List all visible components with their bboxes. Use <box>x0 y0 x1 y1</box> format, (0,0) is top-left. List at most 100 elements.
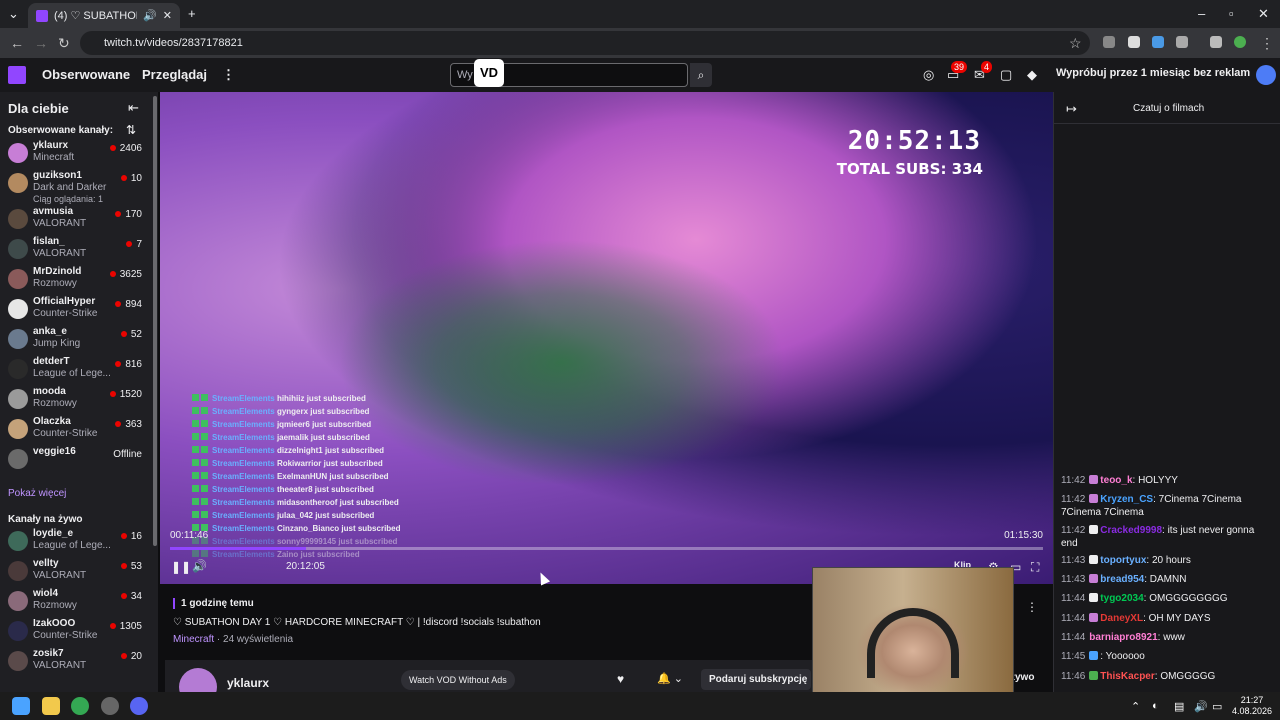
back-icon[interactable]: ← <box>10 35 24 51</box>
chat-username[interactable]: Cracked9998 <box>1100 525 1162 536</box>
notification-bell-icon[interactable]: 🔔 ⌄ <box>657 672 683 685</box>
chat-username[interactable]: ThisKacper <box>1100 671 1154 682</box>
viewer-count: 20 <box>120 651 142 662</box>
sidebar-channel-detdert[interactable]: detderT League of Lege... 816 <box>0 354 152 384</box>
chat-username[interactable]: Kryzen_CS <box>1100 494 1153 505</box>
tray-chevron-icon[interactable]: ⌃ <box>1131 700 1140 713</box>
channel-name[interactable]: yklaurx <box>227 676 269 690</box>
chat-username[interactable]: barniapro8921 <box>1089 632 1157 643</box>
se-feed-row: StreamElements theeater8 just subscribed <box>192 483 402 496</box>
chrome-menu-icon[interactable]: ⋮ <box>1260 35 1274 52</box>
whispers-icon[interactable]: ▢ <box>1000 67 1012 83</box>
category-link[interactable]: Minecraft <box>173 634 214 645</box>
sidebar-channel-yklaurx[interactable]: yklaurx Minecraft 2406 <box>0 138 152 168</box>
bits-icon[interactable]: ◆ <box>1027 67 1037 83</box>
extensions-puzzle-icon[interactable] <box>1176 36 1188 48</box>
sidebar-channel-loydie_e[interactable]: loydie_e League of Lege... 16 <box>0 526 152 556</box>
channel-avatar <box>8 173 28 193</box>
chat-username[interactable]: teoo_k <box>1100 475 1132 486</box>
more-options-icon[interactable]: ⋮ <box>1026 600 1038 614</box>
more-menu-icon[interactable]: ⋮ <box>222 67 235 83</box>
discord-icon[interactable] <box>130 697 148 715</box>
se-feed-row: StreamElements jaemalik just subscribed <box>192 431 402 444</box>
battery-icon[interactable]: ▭ <box>1212 700 1222 713</box>
sidebar-scrollbar[interactable] <box>152 92 158 692</box>
file-explorer-icon[interactable] <box>42 697 60 715</box>
extension-icon[interactable] <box>1103 36 1115 48</box>
channel-game: Jump King <box>33 338 81 349</box>
sidebar-channel-vellty[interactable]: vellty VALORANT 53 <box>0 556 152 586</box>
app-icon[interactable] <box>101 697 119 715</box>
sort-icon[interactable]: ⇅ <box>126 123 136 137</box>
chat-badge-icon <box>1089 475 1099 484</box>
windows-start-icon[interactable] <box>12 697 30 715</box>
bookmark-star-icon[interactable]: ☆ <box>1069 35 1082 52</box>
channel-game: Rozmowy <box>33 600 77 611</box>
collapse-chat-icon[interactable]: ↦ <box>1066 101 1077 117</box>
channel-game: Minecraft <box>33 152 75 163</box>
show-more-link[interactable]: Pokaż więcej <box>8 488 66 499</box>
profile-avatar-icon[interactable] <box>1234 36 1246 48</box>
tab-search-icon[interactable]: ⌄ <box>8 6 19 22</box>
sidebar-channel-olaczka[interactable]: Olaczka Counter-Strike 363 <box>0 414 152 444</box>
sidebar-channel-mooda[interactable]: mooda Rozmowy 1520 <box>0 384 152 414</box>
system-clock[interactable]: 21:27 4.08.2026 <box>1232 695 1272 717</box>
sidebar-channel-anka_e[interactable]: anka_e Jump King 52 <box>0 324 152 354</box>
user-avatar[interactable] <box>1256 65 1276 85</box>
seek-bar[interactable] <box>170 547 1043 550</box>
chat-username[interactable]: tygo2034 <box>1100 593 1143 604</box>
live-dot-icon <box>115 301 122 307</box>
follow-heart-icon[interactable]: ♥ <box>617 672 624 686</box>
volume-icon[interactable]: 🔊 <box>192 559 207 573</box>
minimize-button[interactable]: – <box>1198 6 1205 21</box>
extension-icon[interactable] <box>1152 36 1164 48</box>
sidebar-channel-officialhyper[interactable]: OfficialHyper Counter-Strike 894 <box>0 294 152 324</box>
se-event: dizzelnight1 just subscribed <box>276 446 385 455</box>
reload-icon[interactable]: ↻ <box>58 35 70 52</box>
viewer-count-value: 16 <box>130 531 142 542</box>
chat-timestamp: 11:42 <box>1061 494 1086 505</box>
chat-username[interactable]: bread954 <box>1100 574 1144 585</box>
video-player[interactable]: 20:52:13 TOTAL SUBS: 334 StreamElements … <box>160 92 1053 584</box>
twitch-logo-icon[interactable] <box>8 66 26 84</box>
watch-vod-without-ads-button[interactable]: Watch VOD Without Ads <box>401 670 515 690</box>
vd-extension-icon[interactable]: VD <box>474 59 504 87</box>
search-button[interactable]: ⌕ <box>690 63 712 87</box>
new-tab-button[interactable]: + <box>188 6 196 21</box>
volume-tray-icon[interactable]: 🔊 <box>1194 700 1208 713</box>
sidebar-channel-zosik7[interactable]: zosik7 VALORANT 20 <box>0 646 152 676</box>
sidebar-channel-izakooo[interactable]: IzakOOO Counter-Strike 1305 <box>0 616 152 646</box>
pause-button[interactable]: ❚❚ <box>171 560 191 574</box>
sidebar-channel-guzikson1[interactable]: guzikson1 Dark and Darker 10 Ciąg oglądania… <box>0 168 152 204</box>
activity-icon[interactable]: ◎ <box>923 67 934 83</box>
reading-list-icon[interactable] <box>1210 36 1222 48</box>
sidebar-channel-veggie16[interactable]: veggie16 Offline <box>0 444 152 474</box>
scrollbar-thumb[interactable] <box>153 96 157 546</box>
nav-followed[interactable]: Obserwowane <box>42 67 130 82</box>
discord-tray-icon[interactable]: ◐ <box>1152 700 1159 712</box>
sidebar-channel-mrdzinold[interactable]: MrDzinold Rozmowy 3625 <box>0 264 152 294</box>
collapse-sidebar-icon[interactable]: ⇤ <box>128 100 139 116</box>
viewer-count-value: 1305 <box>119 621 142 632</box>
network-icon[interactable]: ▤ <box>1174 700 1184 713</box>
se-source: StreamElements <box>212 511 275 520</box>
forward-icon[interactable]: → <box>34 35 48 51</box>
url-field[interactable]: twitch.tv/videos/2837178821 <box>80 31 1090 55</box>
sidebar-channel-fislan_[interactable]: fislan_ VALORANT 7 <box>0 234 152 264</box>
chat-username[interactable]: toportyux <box>1100 555 1146 566</box>
browser-tab[interactable]: (4) ♡ SUBATHON DAY 1 ♡ H 🔊 ✕ <box>28 3 180 28</box>
fullscreen-icon[interactable]: ⛶ <box>1031 560 1039 575</box>
gift-sub-button[interactable]: Podaruj subskrypcję <box>701 669 811 690</box>
badge-icon <box>192 485 199 492</box>
turbo-trial-button[interactable]: Wypróbuj przez 1 miesiąc bez reklam <box>1056 67 1250 79</box>
chrome-icon[interactable] <box>71 697 89 715</box>
sidebar-channel-wiol4[interactable]: wiol4 Rozmowy 34 <box>0 586 152 616</box>
chat-username[interactable]: DaneyXL <box>1100 613 1143 624</box>
maximize-button[interactable]: ▫ <box>1229 6 1234 21</box>
extension-icon[interactable] <box>1128 36 1140 48</box>
nav-browse[interactable]: Przeglądaj <box>142 67 207 82</box>
tab-close-icon[interactable]: ✕ <box>163 9 172 22</box>
close-window-button[interactable]: ✕ <box>1258 6 1269 22</box>
sidebar-channel-avmusia[interactable]: avmusia VALORANT 170 <box>0 204 152 234</box>
tab-audio-icon[interactable]: 🔊 <box>143 9 157 22</box>
